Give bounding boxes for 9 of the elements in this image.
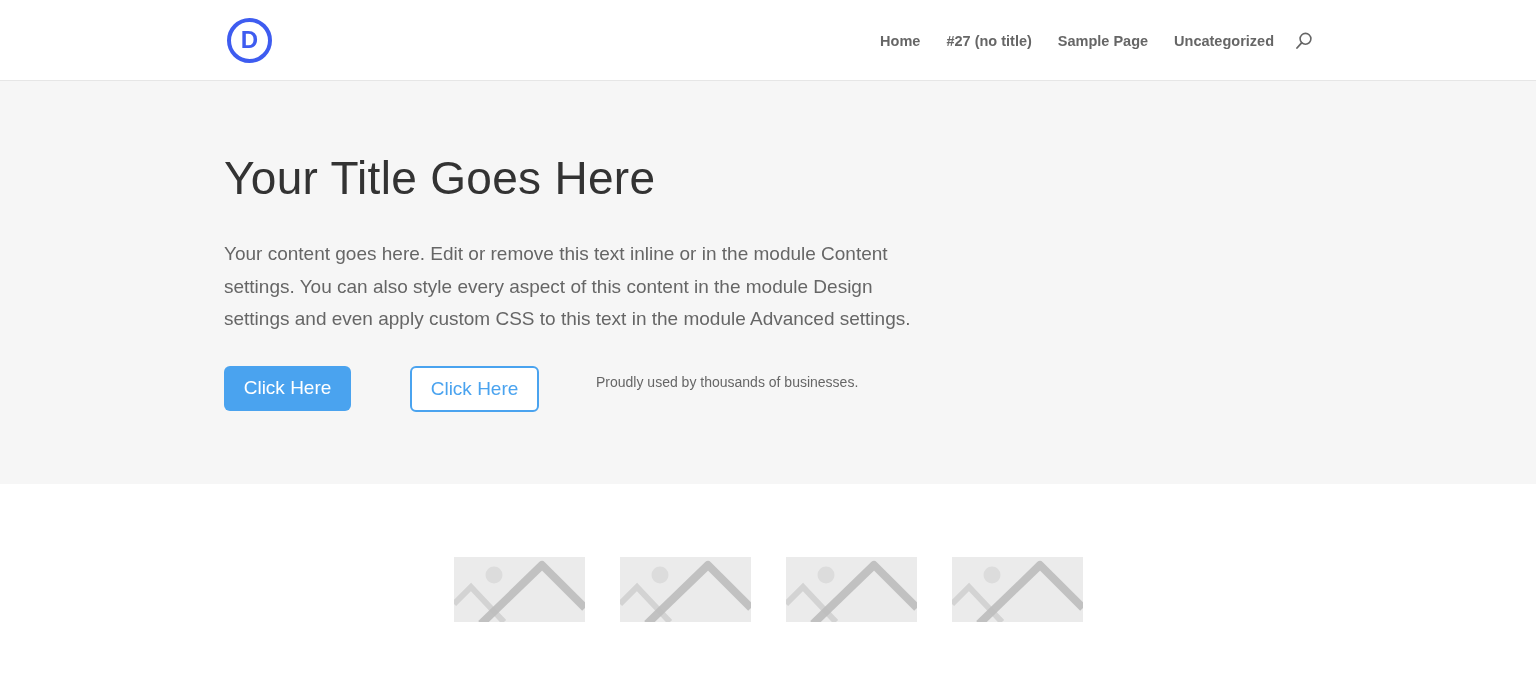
hero-text: Your content goes here. Edit or remove this text inline or in the module Content settings. You can also style every aspect of this content in the module Design settings and even apply custom CSS to this text in the module Advanced settings. — [224, 242, 912, 331]
tagline-text: Proudly used by thousands of businesses. — [596, 373, 859, 390]
nav-link[interactable]: Home — [880, 32, 921, 49]
nav-link[interactable]: Uncategorized — [1174, 32, 1274, 49]
site-logo[interactable]: D — [227, 17, 272, 63]
nav-link[interactable]: #27 (no title) — [946, 32, 1032, 49]
search-icon[interactable] — [1296, 32, 1312, 49]
hero-title: Your Title Goes Here — [224, 151, 656, 206]
nav-link[interactable]: Sample Page — [1057, 32, 1149, 49]
